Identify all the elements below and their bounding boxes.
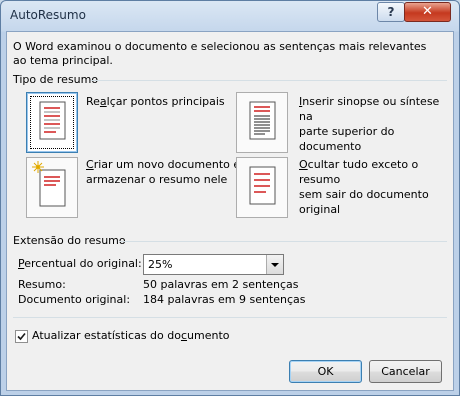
new-document-icon [32, 161, 66, 207]
checkmark-icon [17, 332, 26, 341]
percent-select[interactable]: 25% [143, 254, 284, 275]
option-insert-summary-label[interactable]: Inserir sinopse ou síntese na parte supe… [299, 94, 453, 154]
ok-button[interactable]: OK [289, 360, 362, 383]
dialog-title: AutoResumo [10, 8, 86, 22]
option-highlight-label[interactable]: Realçar pontos principais [86, 94, 225, 109]
summary-type-separator [91, 80, 447, 81]
option-hide-except-summary-label[interactable]: Ocultar tudo exceto o resumo sem sair do… [299, 157, 453, 217]
summary-stat-value: 50 palavras em 2 sentenças [143, 278, 299, 291]
percent-value: 25% [148, 258, 173, 271]
close-button[interactable]: ✕ [404, 2, 451, 22]
intro-text: O Word examinou o documento e selecionou… [13, 40, 427, 67]
summary-stat-label: Resumo: [18, 278, 66, 291]
stats-separator [13, 317, 447, 318]
cancel-button[interactable]: Cancelar [369, 360, 442, 383]
dialog-body: O Word examinou o documento e selecionou… [6, 31, 454, 391]
help-button[interactable]: ? [377, 2, 405, 22]
insert-summary-document-icon [249, 101, 276, 140]
option-new-document-label[interactable]: Criar um novo documento e armazenar o re… [86, 157, 240, 187]
option-hide-except-summary-button[interactable] [236, 157, 288, 218]
chevron-down-icon[interactable] [266, 255, 283, 274]
update-stats-checkbox[interactable] [15, 330, 28, 343]
highlight-document-icon [39, 101, 66, 140]
percent-label: Percentual do original: [18, 257, 142, 270]
original-stat-label: Documento original: [18, 293, 131, 306]
summary-type-label: Tipo de resumo [13, 73, 99, 86]
summary-length-label: Extensão do resumo [13, 234, 126, 247]
summary-length-separator [119, 241, 447, 242]
option-insert-summary-button[interactable] [236, 92, 288, 153]
option-new-document-button[interactable] [26, 157, 78, 218]
option-highlight-button[interactable] [26, 92, 78, 153]
hide-document-icon [249, 166, 276, 205]
original-stat-value: 184 palavras em 9 sentenças [143, 293, 306, 306]
title-bar[interactable]: AutoResumo ? ✕ [1, 1, 459, 31]
update-stats-label[interactable]: Atualizar estatísticas do documento [32, 329, 230, 342]
autoresumo-dialog: AutoResumo ? ✕ O Word examinou o documen… [0, 0, 460, 396]
